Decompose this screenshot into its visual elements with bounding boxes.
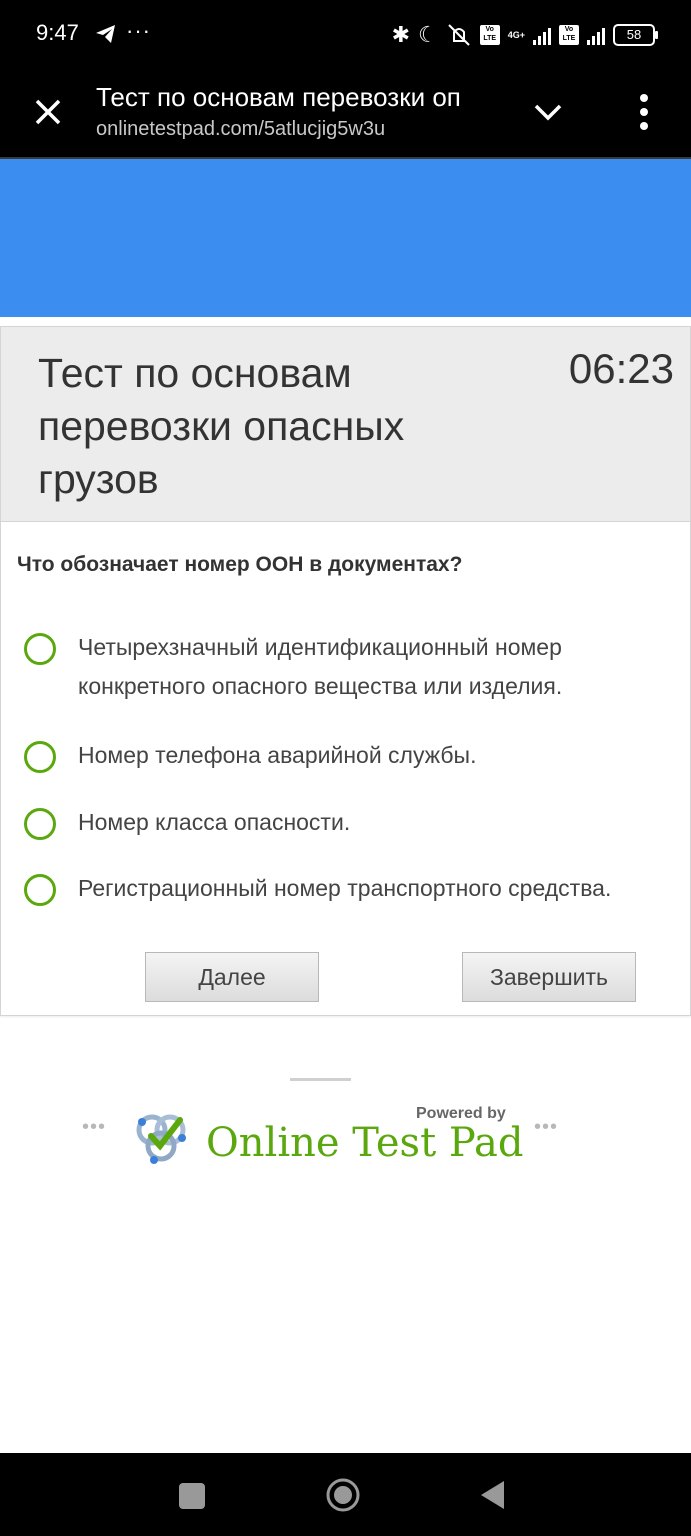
status-bar: 9:47 ··· ✱ ☾ Vo LTE 4G+ Vo LTE 58 <box>0 0 691 70</box>
online-test-pad-logo-icon[interactable] <box>132 1108 192 1168</box>
brand-name[interactable]: Online Test Pad <box>206 1120 523 1166</box>
recent-apps-icon[interactable] <box>179 1483 205 1509</box>
mute-icon <box>448 24 470 46</box>
radio-button[interactable] <box>24 741 56 773</box>
test-card: Тест по основам перевозки опасных грузов… <box>0 326 691 1016</box>
browser-page-title: Тест по основам перевозки оп <box>96 82 461 112</box>
volte-icon: Vo LTE <box>479 25 500 45</box>
home-icon[interactable] <box>325 1477 361 1513</box>
moon-icon: ☾ <box>418 22 438 47</box>
footer-divider <box>290 1078 351 1081</box>
bluetooth-icon: ✱ <box>391 22 410 47</box>
answer-label: Номер телефона аварийной службы. <box>78 742 477 768</box>
radio-button[interactable] <box>24 633 56 665</box>
finish-button[interactable]: Завершить <box>462 952 636 1002</box>
test-title: Тест по основам перевозки опасных грузов <box>38 350 405 502</box>
dots-decoration-left: ••• <box>82 1116 107 1138</box>
answer-option[interactable]: Четырехзначный идентификационный номер к… <box>1 624 690 708</box>
battery-icon: 58 <box>613 24 658 46</box>
status-time: 9:47 <box>36 20 79 45</box>
next-button[interactable]: Далее <box>145 952 319 1002</box>
dots-decoration-right: ••• <box>534 1116 559 1138</box>
answer-label: Номер класса опасности. <box>78 809 351 835</box>
telegram-icon <box>96 25 115 43</box>
test-timer: 06:23 <box>568 345 674 392</box>
browser-toolbar: Тест по основам перевозки оп onlinetestp… <box>0 70 691 158</box>
back-icon[interactable] <box>478 1479 508 1511</box>
more-menu-icon[interactable] <box>626 90 662 134</box>
chevron-down-icon[interactable] <box>528 94 568 130</box>
answer-label: Регистрационный номер транспортного сред… <box>78 875 612 901</box>
status-icons: ✱ ☾ Vo LTE 4G+ Vo LTE 58 <box>391 20 658 50</box>
volte-icon-2: Vo LTE <box>559 25 579 45</box>
close-icon[interactable] <box>30 94 66 130</box>
browser-url[interactable]: onlinetestpad.com/5atlucjig5w3u <box>96 118 385 141</box>
signal-icon-2 <box>587 25 605 45</box>
test-header: Тест по основам перевозки опасных грузов… <box>1 327 690 522</box>
radio-button[interactable] <box>24 874 56 906</box>
answer-option[interactable]: Регистрационный номер транспортного сред… <box>1 866 690 910</box>
answer-label: Четырехзначный идентификационный номер к… <box>78 634 563 699</box>
more-notifications-icon: ··· <box>126 18 151 43</box>
answer-option[interactable]: Номер класса опасности. <box>1 800 690 844</box>
system-nav-bar <box>0 1453 691 1536</box>
network-type: 4G+ <box>507 30 525 40</box>
page-banner <box>0 159 691 317</box>
radio-button[interactable] <box>24 808 56 840</box>
signal-icon <box>533 25 551 45</box>
answer-option[interactable]: Номер телефона аварийной службы. <box>1 733 690 777</box>
question-text: Что обозначает номер ООН в документах? <box>17 553 463 576</box>
